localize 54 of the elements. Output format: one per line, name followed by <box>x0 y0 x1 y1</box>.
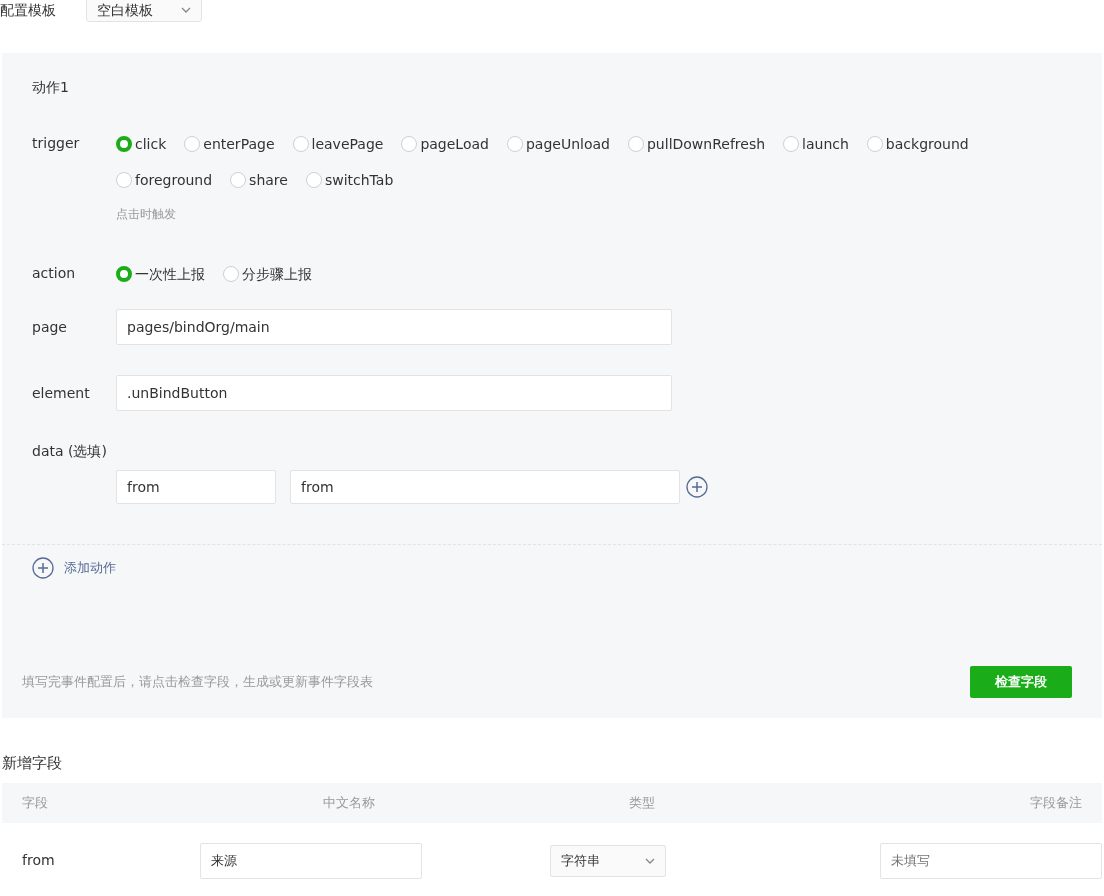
radio-button[interactable] <box>783 136 800 152</box>
radio-button[interactable] <box>866 136 883 152</box>
add-action-link[interactable]: 添加动作 <box>64 558 116 578</box>
radio-button[interactable] <box>116 266 132 282</box>
text-input[interactable]: pages/bindOrg/main <box>116 309 672 345</box>
radio-option[interactable]: switchTab <box>305 169 394 191</box>
column-header: 字段 <box>22 793 49 812</box>
radio-button[interactable] <box>506 136 523 152</box>
radio-option[interactable]: enterPage <box>184 133 275 155</box>
radio-option[interactable]: background <box>866 133 969 155</box>
radio-option[interactable]: share <box>230 169 288 191</box>
field-label: 配置模板 <box>0 1 56 20</box>
chevron-icon <box>181 7 191 13</box>
field-label: element <box>32 383 91 403</box>
template-dropdown[interactable]: 空白模板 <box>86 0 202 22</box>
radio-option[interactable]: click <box>116 133 167 155</box>
radio-button[interactable] <box>628 136 644 152</box>
field-label: action <box>32 264 77 283</box>
radio-button[interactable] <box>116 136 132 152</box>
note-input[interactable]: 未填写 <box>880 842 1102 879</box>
radio-option[interactable]: pageLoad <box>401 133 489 155</box>
radio-button[interactable] <box>401 136 418 152</box>
radio-button[interactable] <box>184 136 201 152</box>
radio-button[interactable] <box>223 266 239 282</box>
column-header: 中文名称 <box>322 793 375 812</box>
text-input[interactable]: .unBindButton <box>116 375 672 411</box>
field-label: trigger <box>32 134 81 153</box>
action-title: 动作1 <box>32 78 70 97</box>
key-input[interactable]: from <box>116 470 276 504</box>
footer-text: 填写完事件配置后，请点击检查字段，生成或更新事件字段表 <box>22 673 373 692</box>
type-dropdown[interactable]: 字符串 <box>550 844 666 877</box>
field-label: page <box>32 317 68 337</box>
chevron-icon <box>645 857 655 864</box>
radio-option[interactable]: launch <box>783 133 849 155</box>
radio-option[interactable]: 一次性上报 <box>116 263 205 285</box>
section-title: 新增字段 <box>2 753 63 774</box>
radio-option[interactable]: leavePage <box>292 133 384 155</box>
add-icon[interactable] <box>686 476 708 498</box>
add-icon[interactable] <box>32 557 54 579</box>
column-header: 类型 <box>629 793 655 812</box>
value-input[interactable]: from <box>290 470 680 504</box>
radio-button[interactable] <box>292 136 309 152</box>
radio-button[interactable] <box>305 172 322 188</box>
radio-option[interactable]: pullDownRefresh <box>628 133 766 155</box>
column-header: 字段备注 <box>1030 793 1082 812</box>
table-cell-text: from <box>22 851 56 870</box>
radio-button[interactable] <box>230 172 247 188</box>
radio-option[interactable]: pageUnload <box>506 133 610 155</box>
radio-option[interactable]: foreground <box>116 169 213 191</box>
field-label: data (选填) <box>32 442 108 461</box>
name-input[interactable]: 来源 <box>200 842 422 879</box>
radio-option[interactable]: 分步骤上报 <box>223 263 312 285</box>
hint-text: 点击时触发 <box>116 206 177 223</box>
radio-button[interactable] <box>116 172 132 188</box>
